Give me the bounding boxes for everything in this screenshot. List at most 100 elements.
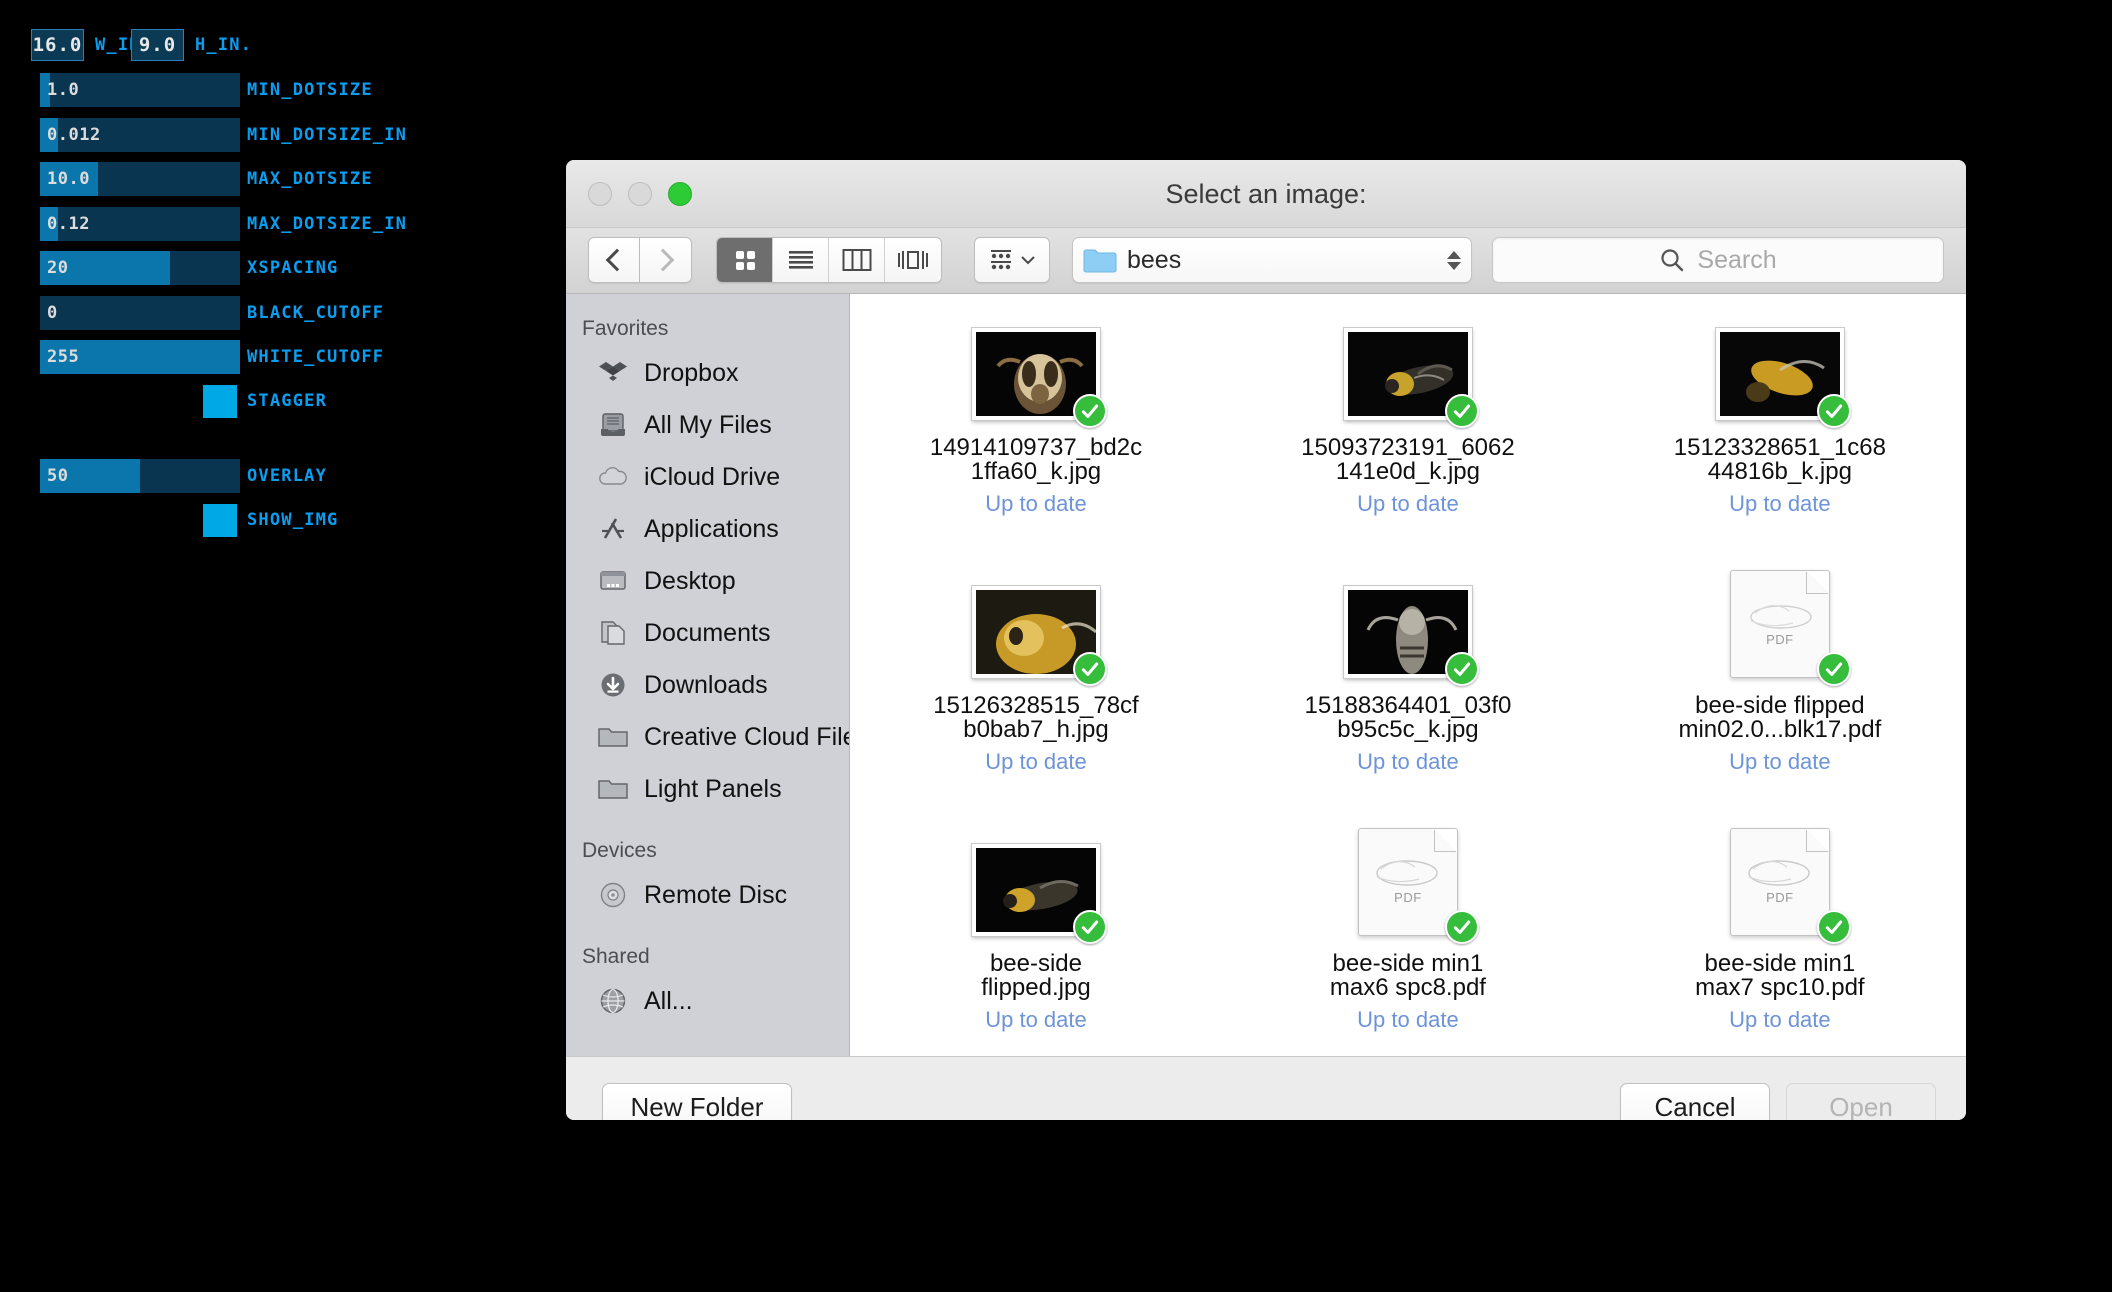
arrange-by-button[interactable] xyxy=(974,237,1050,283)
search-input[interactable]: Search xyxy=(1492,237,1944,283)
cancel-button[interactable]: Cancel xyxy=(1620,1083,1770,1120)
chevron-down-icon xyxy=(1021,256,1035,265)
dialog-toolbar: bees Search xyxy=(566,228,1966,294)
file-name-line1: bee-side flipped xyxy=(1695,692,1865,719)
file-name-line1: bee-side min1 xyxy=(1704,950,1856,977)
synced-check-icon xyxy=(1816,910,1851,944)
pdf-thumbnail: PDF xyxy=(1729,828,1830,936)
file-item[interactable]: 14914109737_bd2c 1ffa60_k.jpg Up to date xyxy=(850,316,1222,574)
checkbox-label-stagger: STAGGER xyxy=(247,391,328,411)
slider-max-dotsize[interactable]: 10.0 xyxy=(40,162,240,196)
synced-check-icon xyxy=(1444,652,1479,686)
list-icon xyxy=(788,251,813,269)
file-name-line2: 1ffa60_k.jpg xyxy=(970,458,1102,485)
slider-xspacing[interactable]: 20 xyxy=(40,251,240,285)
sidebar-item-label: Dropbox xyxy=(644,358,739,387)
sidebar-item-creative-cloud-files[interactable]: Creative Cloud Files xyxy=(566,711,849,763)
all-my-files-icon xyxy=(598,410,628,440)
file-grid[interactable]: 14914109737_bd2c 1ffa60_k.jpg Up to date xyxy=(850,294,1966,1056)
checkbox-stagger[interactable] xyxy=(203,385,237,418)
sidebar-item-label: Applications xyxy=(644,514,779,543)
thumbnail[interactable]: PDF xyxy=(1715,570,1851,686)
file-name: bee-side flipped.jpg xyxy=(886,952,1186,1000)
coverflow-view-button[interactable] xyxy=(885,238,941,282)
applications-icon xyxy=(598,514,628,544)
slider-min-dotsize-in[interactable]: 0.012 xyxy=(40,118,240,152)
sidebar-item-remote-disc[interactable]: Remote Disc xyxy=(566,869,849,921)
thumbnail[interactable]: PDF xyxy=(1343,828,1479,944)
file-name-line2: 44816b_k.jpg xyxy=(1707,458,1852,485)
file-name: 14914109737_bd2c 1ffa60_k.jpg xyxy=(886,436,1186,484)
file-name: bee-side flipped min02.0...blk17.pdf xyxy=(1630,694,1930,742)
thumbnail[interactable] xyxy=(971,574,1107,686)
slider-max-dotsize-in[interactable]: 0.12 xyxy=(40,207,240,241)
search-icon xyxy=(1661,249,1684,272)
sidebar-item-dropbox[interactable]: Dropbox xyxy=(566,347,849,399)
sidebar-item-icloud-drive[interactable]: iCloud Drive xyxy=(566,451,849,503)
sidebar-item-applications[interactable]: Applications xyxy=(566,503,849,555)
sidebar-item-desktop[interactable]: Desktop xyxy=(566,555,849,607)
file-item[interactable]: 15188364401_03f0 b95c5c_k.jpg Up to date xyxy=(1222,574,1594,832)
stepper-icon[interactable] xyxy=(1447,250,1461,270)
thumbnail[interactable]: PDF xyxy=(1715,828,1851,944)
thumbnail[interactable] xyxy=(1715,316,1851,428)
thumbnail[interactable] xyxy=(1343,574,1479,686)
arrange-by-icon xyxy=(991,250,1011,270)
checkbox-show-img[interactable] xyxy=(203,504,237,537)
dialog-body: Favorites Dropbox All My Files iCloud Dr… xyxy=(566,294,1966,1056)
file-item[interactable]: PDF bee-side flipped min02.0...blk17.pdf… xyxy=(1594,570,1966,832)
file-status: Up to date xyxy=(1357,491,1459,516)
file-status: Up to date xyxy=(1729,491,1831,516)
file-name: 15188364401_03f0 b95c5c_k.jpg xyxy=(1258,694,1558,742)
file-item[interactable]: PDF bee-side min1 max7 spc10.pdf Up to d… xyxy=(1594,828,1966,1056)
dialog-title: Select an image: xyxy=(1165,179,1367,209)
slider-value: 20 xyxy=(47,258,69,278)
slider-min-dotsize[interactable]: 1.0 xyxy=(40,73,240,107)
pdf-thumbnail: PDF xyxy=(1357,828,1458,936)
sidebar-item-label: Light Panels xyxy=(644,774,782,803)
icon-view-button[interactable] xyxy=(717,238,773,282)
synced-check-icon xyxy=(1444,910,1479,944)
h-in-label: H_IN. xyxy=(195,35,253,55)
sidebar-item-documents[interactable]: Documents xyxy=(566,607,849,659)
file-item[interactable]: PDF bee-side min1 max6 spc8.pdf Up to da… xyxy=(1222,828,1594,1056)
file-item[interactable]: bee-side flipped.jpg Up to date xyxy=(850,832,1222,1056)
path-popup-button[interactable]: bees xyxy=(1072,237,1472,283)
synced-check-icon xyxy=(1816,394,1851,428)
file-name-line1: bee-side xyxy=(989,950,1082,977)
file-item[interactable]: 15123328651_1c68 44816b_k.jpg Up to date xyxy=(1594,316,1966,574)
file-item[interactable]: 15093723191_6062 141e0d_k.jpg Up to date xyxy=(1222,316,1594,574)
file-status: Up to date xyxy=(1729,1007,1831,1032)
sidebar-item-all-shared[interactable]: All... xyxy=(566,975,849,1027)
sidebar-item-label: Remote Disc xyxy=(644,880,788,909)
h-in-field[interactable]: 9.0 xyxy=(131,29,184,61)
file-status: Up to date xyxy=(1357,749,1459,774)
slider-label-black-cutoff: BLACK_CUTOFF xyxy=(247,303,385,323)
dialog-titlebar: Select an image: xyxy=(566,160,1966,228)
list-view-button[interactable] xyxy=(773,238,829,282)
file-name: bee-side min1 max6 spc8.pdf xyxy=(1258,952,1558,1000)
slider-label-min-dotsize: MIN_DOTSIZE xyxy=(247,80,373,100)
sidebar-item-downloads[interactable]: Downloads xyxy=(566,659,849,711)
new-folder-button[interactable]: New Folder xyxy=(602,1083,792,1120)
view-mode-group xyxy=(716,237,942,283)
thumbnail[interactable] xyxy=(971,832,1107,944)
forward-button[interactable] xyxy=(640,237,692,283)
sidebar-item-label: Desktop xyxy=(644,566,736,595)
slider-label-max-dotsize: MAX_DOTSIZE xyxy=(247,169,373,189)
folder-icon xyxy=(1083,249,1117,272)
slider-overlay[interactable]: 50 xyxy=(40,459,240,493)
slider-label-max-dotsize-in: MAX_DOTSIZE_IN xyxy=(247,214,408,234)
thumbnail[interactable] xyxy=(1343,316,1479,428)
slider-white-cutoff[interactable]: 255 xyxy=(40,340,240,374)
slider-label-white-cutoff: WHITE_CUTOFF xyxy=(247,347,385,367)
thumbnail[interactable] xyxy=(971,316,1107,428)
w-in-field[interactable]: 16.0 xyxy=(31,29,84,61)
file-item[interactable]: 15126328515_78cf b0bab7_h.jpg Up to date xyxy=(850,574,1222,832)
column-view-button[interactable] xyxy=(829,238,885,282)
back-button[interactable] xyxy=(588,237,640,283)
slider-black-cutoff[interactable]: 0 xyxy=(40,296,240,330)
file-name-line2: b0bab7_h.jpg xyxy=(963,716,1109,743)
sidebar-item-all-my-files[interactable]: All My Files xyxy=(566,399,849,451)
sidebar-item-light-panels[interactable]: Light Panels xyxy=(566,763,849,815)
